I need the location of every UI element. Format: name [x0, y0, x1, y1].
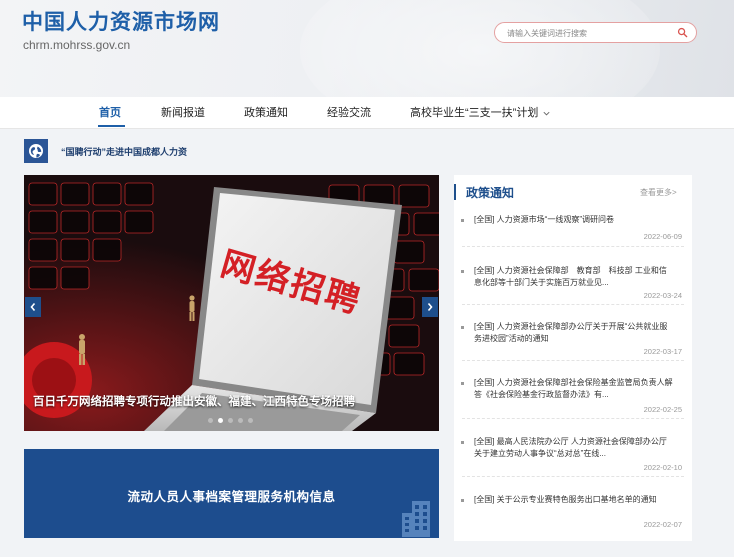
carousel-dot[interactable]	[228, 418, 233, 423]
policy-item-date: 2022-02-07	[643, 520, 682, 529]
nav-item-graduates-label: 高校毕业生“三支一扶”计划	[410, 107, 539, 119]
list-bullet	[461, 326, 464, 329]
globe-icon	[29, 144, 43, 158]
policy-item-title[interactable]: [全国] 人力资源社会保障部办公厅关于开展“公共就业服务进校园”活动的通知	[474, 321, 674, 345]
policy-item-date: 2022-03-24	[643, 291, 682, 300]
archive-service-banner[interactable]: 流动人员人事档案管理服务机构信息	[24, 449, 439, 538]
policy-item-title[interactable]: [全国] 人力资源市场“一线观察”调研问卷	[474, 214, 674, 226]
notice-bar: “国聘行动”走进中国成都人力资	[24, 139, 196, 163]
search-input[interactable]	[505, 25, 669, 42]
news-carousel[interactable]: 网络招聘 百日千万网络招聘专项行动推出安徽、福建、江西特色专场招聘	[24, 175, 439, 431]
notice-icon-box	[24, 139, 48, 163]
carousel-next-button[interactable]	[422, 297, 438, 317]
policy-item-title[interactable]: [全国] 关于公示专业赛特色服务出口基地名单的通知	[474, 494, 674, 506]
header-decoration	[300, 0, 660, 97]
chevron-right-icon	[427, 302, 433, 312]
search-box	[494, 22, 697, 43]
policy-item-date: 2022-02-25	[643, 405, 682, 414]
chevron-left-icon	[30, 302, 36, 312]
nav-active-indicator	[98, 125, 125, 127]
notice-text[interactable]: “国聘行动”走进中国成都人力资	[61, 145, 193, 158]
chevron-down-icon	[543, 111, 550, 116]
carousel-dot[interactable]	[208, 418, 213, 423]
policy-item-title[interactable]: [全国] 最高人民法院办公厅 人力资源社会保障部办公厅关于建立劳动人事争议“总对…	[474, 436, 674, 460]
carousel-dot[interactable]	[238, 418, 243, 423]
list-bullet	[461, 499, 464, 502]
nav-item-news[interactable]: 新闻报道	[161, 104, 205, 120]
policy-panel: 政策通知 查看更多> [全国] 人力资源市场“一线观察”调研问卷 2022-06…	[454, 175, 692, 541]
site-header: 中国人力资源市场网 chrm.mohrss.gov.cn	[0, 0, 734, 97]
main-nav: 首页 新闻报道 政策通知 经验交流 高校毕业生“三支一扶”计划	[0, 97, 734, 129]
building-icon	[402, 501, 430, 537]
list-bullet	[461, 441, 464, 444]
divider	[462, 246, 684, 247]
nav-item-home[interactable]: 首页	[99, 104, 121, 120]
banner-text: 流动人员人事档案管理服务机构信息	[127, 490, 336, 504]
carousel-dot[interactable]	[248, 418, 253, 423]
carousel-caption[interactable]: 百日千万网络招聘专项行动推出安徽、福建、江西特色专场招聘	[33, 393, 355, 409]
policy-title-bar	[454, 184, 456, 200]
site-title[interactable]: 中国人力资源市场网	[22, 6, 220, 36]
divider	[462, 418, 684, 419]
policy-panel-title: 政策通知	[466, 186, 515, 200]
divider	[462, 476, 684, 477]
nav-item-policy[interactable]: 政策通知	[244, 104, 288, 120]
policy-item-date: 2022-03-17	[643, 347, 682, 356]
policy-item-title[interactable]: [全国] 人力资源社会保障部社会保险基金监管局负责人解答《社会保险基金行政监督办…	[474, 377, 674, 401]
carousel-dot[interactable]	[218, 418, 223, 423]
divider	[462, 360, 684, 361]
policy-more-link[interactable]: 查看更多>	[640, 187, 677, 198]
divider	[462, 304, 684, 305]
nav-item-experience[interactable]: 经验交流	[327, 104, 371, 120]
list-bullet	[461, 382, 464, 385]
site-domain: chrm.mohrss.gov.cn	[23, 38, 131, 52]
policy-item-date: 2022-02-10	[643, 463, 682, 472]
search-icon[interactable]	[677, 27, 688, 38]
list-bullet	[461, 219, 464, 222]
policy-item-title[interactable]: [全国] 人力资源社会保障部 教育部 科技部 工业和信息化部等十部门关于实施百万…	[474, 265, 674, 289]
policy-item-date: 2022-06-09	[643, 232, 682, 241]
carousel-prev-button[interactable]	[25, 297, 41, 317]
list-bullet	[461, 270, 464, 273]
nav-item-graduates[interactable]: 高校毕业生“三支一扶”计划	[410, 104, 551, 120]
